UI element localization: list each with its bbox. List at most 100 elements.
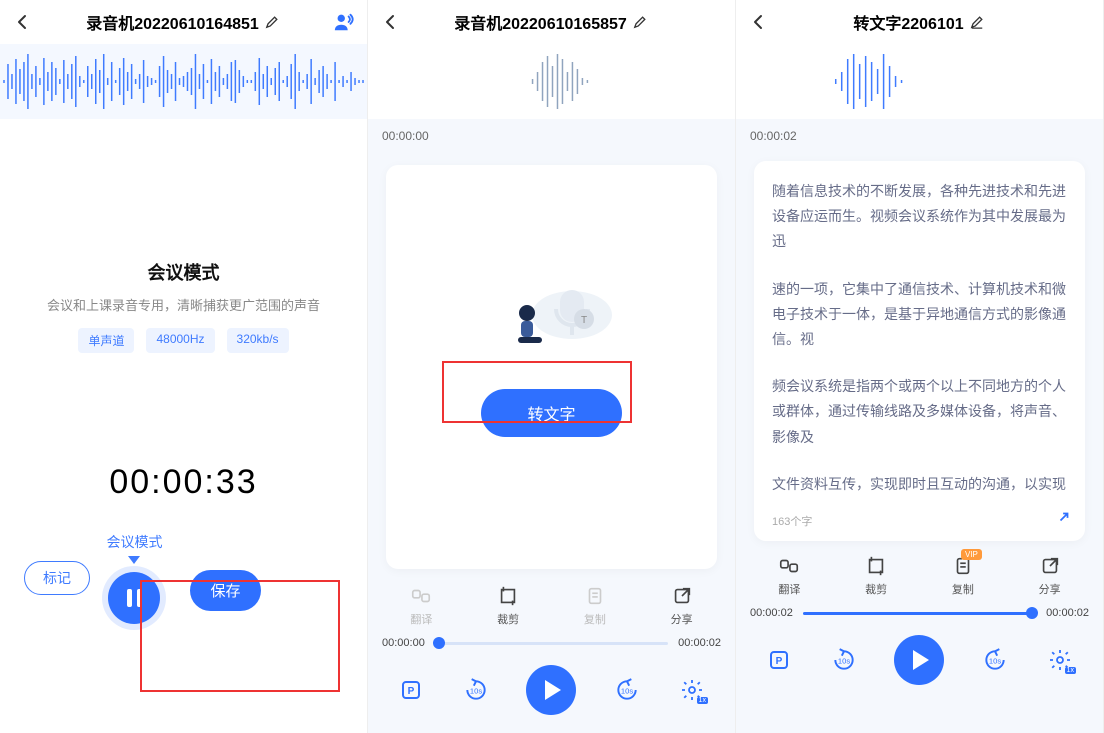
paragraph: 文件资料互传，实现即时且互动的沟通，以实现	[772, 472, 1067, 497]
time-position: 00:00:00	[368, 119, 735, 153]
paragraph: 频会议系统是指两个或两个以上不同地方的个人或群体，通过传输线路及多媒体设备，将声…	[772, 374, 1067, 450]
waveform	[368, 44, 735, 119]
convert-zone: T 转文字	[368, 153, 735, 569]
action-crop[interactable]: 裁剪	[865, 555, 887, 597]
page-title: 转文字2206101	[853, 10, 963, 34]
rewind-10s-button[interactable]: 10s	[829, 645, 859, 675]
action-label: 复制	[584, 611, 606, 627]
header: 录音机20220610164851	[0, 0, 367, 44]
svg-text:10s: 10s	[989, 656, 1001, 665]
paragraph: 随着信息技术的不断发展，各种先进技术和先进设备应运而生。视频会议系统作为其中发展…	[772, 179, 1067, 255]
back-icon[interactable]	[12, 12, 32, 32]
svg-text:P: P	[775, 656, 782, 667]
copy-icon	[584, 585, 606, 607]
vip-badge: VIP	[961, 549, 982, 560]
action-label: 复制	[952, 581, 974, 597]
chip-channel: 单声道	[78, 328, 134, 353]
waveform	[0, 44, 367, 119]
chips-row: 单声道 48000Hz 320kb/s	[78, 328, 288, 353]
time-position: 00:00:02	[736, 119, 1103, 153]
settings-button[interactable]: 1x	[1045, 645, 1075, 675]
mode-label: 会议模式	[106, 532, 162, 552]
back-icon[interactable]	[748, 12, 768, 32]
transcription-zone: 随着信息技术的不断发展，各种先进技术和先进设备应运而生。视频会议系统作为其中发展…	[736, 153, 1103, 541]
translate-icon	[778, 555, 800, 577]
page-title: 录音机20220610164851	[86, 10, 259, 34]
progress-bar[interactable]: 00:00:02 00:00:02	[736, 601, 1103, 625]
edit-icon[interactable]	[970, 15, 984, 29]
convert-card: T 转文字	[386, 165, 717, 569]
progress-end: 00:00:02	[678, 637, 721, 649]
action-share[interactable]: 分享	[671, 585, 693, 627]
action-translate[interactable]: 翻译	[778, 555, 800, 597]
svg-text:10s: 10s	[621, 686, 633, 695]
voice-mode-icon[interactable]	[333, 11, 355, 33]
edit-icon[interactable]	[633, 15, 647, 29]
mode-p-button[interactable]: P	[764, 645, 794, 675]
header: 转文字2206101	[736, 0, 1103, 44]
back-icon[interactable]	[380, 12, 400, 32]
paragraph: 速的一项，它集中了通信技术、计算机技术和微电子技术于一体，是基于异地通信方式的影…	[772, 277, 1067, 353]
rewind-10s-button[interactable]: 10s	[461, 675, 491, 705]
word-count: 163个字	[772, 513, 812, 529]
player-controls: P 10s 10s 1x	[368, 655, 735, 733]
progress-start: 00:00:02	[750, 607, 793, 619]
action-crop[interactable]: 裁剪	[497, 585, 519, 627]
action-label: 裁剪	[497, 611, 519, 627]
progress-bar[interactable]: 00:00:00 00:00:02	[368, 631, 735, 655]
progress-track[interactable]	[435, 642, 668, 645]
share-icon	[671, 585, 693, 607]
progress-thumb[interactable]	[433, 637, 445, 649]
play-button[interactable]	[526, 665, 576, 715]
action-label: 翻译	[778, 581, 800, 597]
illustration-icon: T	[472, 255, 632, 365]
crop-icon	[497, 585, 519, 607]
svg-text:10s: 10s	[470, 686, 482, 695]
action-label: 翻译	[410, 611, 432, 627]
action-share[interactable]: 分享	[1039, 555, 1061, 597]
chip-bitrate: 320kb/s	[227, 328, 289, 353]
mode-title: 会议模式	[148, 259, 220, 285]
expand-icon[interactable]	[1057, 510, 1071, 529]
settings-button[interactable]: 1x	[677, 675, 707, 705]
action-copy[interactable]: VIP 复制	[952, 555, 974, 597]
translate-icon	[410, 585, 432, 607]
header: 录音机20220610165857	[368, 0, 735, 44]
share-icon	[1039, 555, 1061, 577]
highlight-box	[442, 361, 632, 423]
edit-icon[interactable]	[265, 15, 279, 29]
transcription-card: 随着信息技术的不断发展，各种先进技术和先进设备应运而生。视频会议系统作为其中发展…	[754, 161, 1085, 541]
recording-pane: 录音机20220610164851 会议模式 会议和上课录音专用，清晰捕获更广范…	[0, 0, 368, 733]
progress-thumb[interactable]	[1026, 607, 1038, 619]
transcription-text: 随着信息技术的不断发展，各种先进技术和先进设备应运而生。视频会议系统作为其中发展…	[772, 179, 1067, 497]
highlight-box	[140, 580, 340, 692]
progress-track[interactable]	[803, 612, 1036, 615]
chevron-down-icon	[128, 556, 140, 564]
forward-10s-button[interactable]: 10s	[612, 675, 642, 705]
action-copy: 复制	[584, 585, 606, 627]
svg-text:T: T	[580, 315, 586, 326]
forward-10s-button[interactable]: 10s	[980, 645, 1010, 675]
page-title: 录音机20220610165857	[454, 10, 627, 34]
mode-subtitle: 会议和上课录音专用，清晰捕获更广范围的声音	[47, 295, 320, 314]
progress-end: 00:00:02	[1046, 607, 1089, 619]
action-translate: 翻译	[410, 585, 432, 627]
action-label: 裁剪	[865, 581, 887, 597]
player-controls: P 10s 10s 1x	[736, 625, 1103, 703]
mark-button[interactable]: 标记	[24, 561, 90, 595]
play-icon	[913, 650, 929, 670]
action-label: 分享	[671, 611, 693, 627]
chip-samplerate: 48000Hz	[146, 328, 214, 353]
waveform	[736, 44, 1103, 119]
crop-icon	[865, 555, 887, 577]
play-icon	[545, 680, 561, 700]
action-label: 分享	[1039, 581, 1061, 597]
transcription-pane: 转文字2206101 00:00:02 随着信息技术的不断发展，各种先进技术和先…	[736, 0, 1104, 733]
play-button[interactable]	[894, 635, 944, 685]
action-row: 翻译 裁剪 复制 分享	[368, 577, 735, 631]
svg-text:P: P	[407, 686, 414, 697]
action-row: 翻译 裁剪 VIP 复制 分享	[736, 547, 1103, 601]
mode-p-button[interactable]: P	[396, 675, 426, 705]
timer-display: 00:00:33	[109, 463, 257, 502]
playback-pane: 录音机20220610165857 00:00:00 T	[368, 0, 736, 733]
